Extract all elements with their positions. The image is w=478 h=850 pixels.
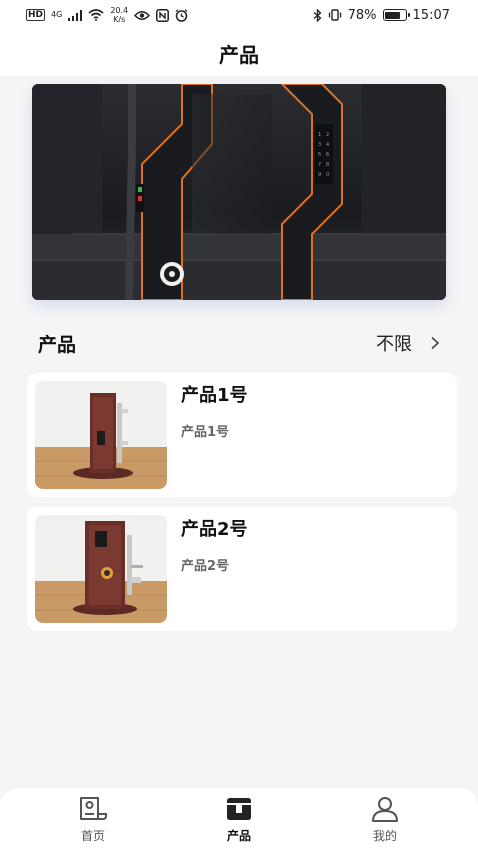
tab-label: 首页: [80, 828, 105, 843]
tab-profile[interactable]: 我的: [340, 795, 430, 844]
banner-image[interactable]: 12 34 56 78 90: [32, 84, 446, 300]
svg-text:3: 3: [318, 142, 321, 148]
wifi-icon: [88, 9, 104, 21]
product-box-icon: [227, 797, 251, 820]
network-type: 4G: [51, 10, 63, 19]
home-icon: [80, 796, 107, 820]
filter-label: 不限: [376, 334, 412, 355]
page-title: 产品: [219, 42, 259, 67]
battery-level: [385, 11, 400, 19]
product-thumbnail: [35, 381, 167, 489]
profile-icon: [372, 796, 398, 822]
signal-icon: [68, 9, 83, 21]
nfc-icon: [156, 8, 170, 22]
product-thumbnail: [35, 515, 167, 623]
speed-value: 20.4: [110, 6, 129, 15]
product-subtitle: 产品2号: [181, 559, 230, 574]
svg-text:1: 1: [318, 132, 321, 138]
svg-text:9: 9: [318, 172, 321, 178]
vibrate-icon: [328, 9, 341, 21]
svg-text:5: 5: [318, 152, 321, 158]
tab-product[interactable]: 产品: [194, 795, 284, 844]
banner-lock-illustration: 12 34 56 78 90: [32, 84, 446, 300]
battery-percent: 78%: [347, 7, 377, 23]
app-header: 产品: [0, 30, 478, 76]
bottom-tab-bar: 首页 产品 我的: [0, 788, 478, 850]
product-name: 产品2号: [181, 519, 248, 540]
filter-selector[interactable]: 不限: [376, 330, 440, 356]
alarm-icon: [175, 8, 188, 22]
tab-label: 我的: [372, 828, 397, 843]
battery-icon: [382, 9, 410, 21]
status-left: HD 4G 20.4 K/s: [26, 6, 188, 24]
product-subtitle: 产品1号: [181, 425, 230, 440]
tab-label: 产品: [226, 828, 251, 843]
status-right: 78% 15:07: [313, 8, 450, 23]
product-info: 产品2号 产品2号: [167, 515, 248, 623]
bluetooth-icon: [313, 8, 322, 22]
svg-text:2: 2: [326, 132, 329, 138]
svg-text:4: 4: [326, 142, 329, 148]
product-card[interactable]: 产品2号 产品2号: [27, 507, 457, 631]
chevron-right-icon: [431, 336, 440, 350]
hd-indicator: HD: [26, 9, 46, 21]
section-header: 产品 不限: [0, 326, 478, 360]
svg-text:7: 7: [318, 162, 321, 168]
status-bar: HD 4G 20.4 K/s 78% 15:07: [0, 0, 478, 30]
network-speed: 20.4 K/s: [110, 6, 128, 24]
section-title: 产品: [38, 333, 77, 356]
product-info: 产品1号 产品1号: [167, 381, 248, 489]
product-name: 产品1号: [181, 385, 248, 406]
svg-text:8: 8: [326, 162, 329, 168]
svg-text:0: 0: [326, 172, 329, 178]
product-card[interactable]: 产品1号 产品1号: [27, 373, 457, 497]
eye-icon: [134, 10, 151, 20]
clock: 15:07: [412, 7, 450, 23]
speed-unit: K/s: [113, 15, 126, 24]
tab-home[interactable]: 首页: [48, 795, 138, 844]
svg-text:6: 6: [326, 152, 329, 158]
